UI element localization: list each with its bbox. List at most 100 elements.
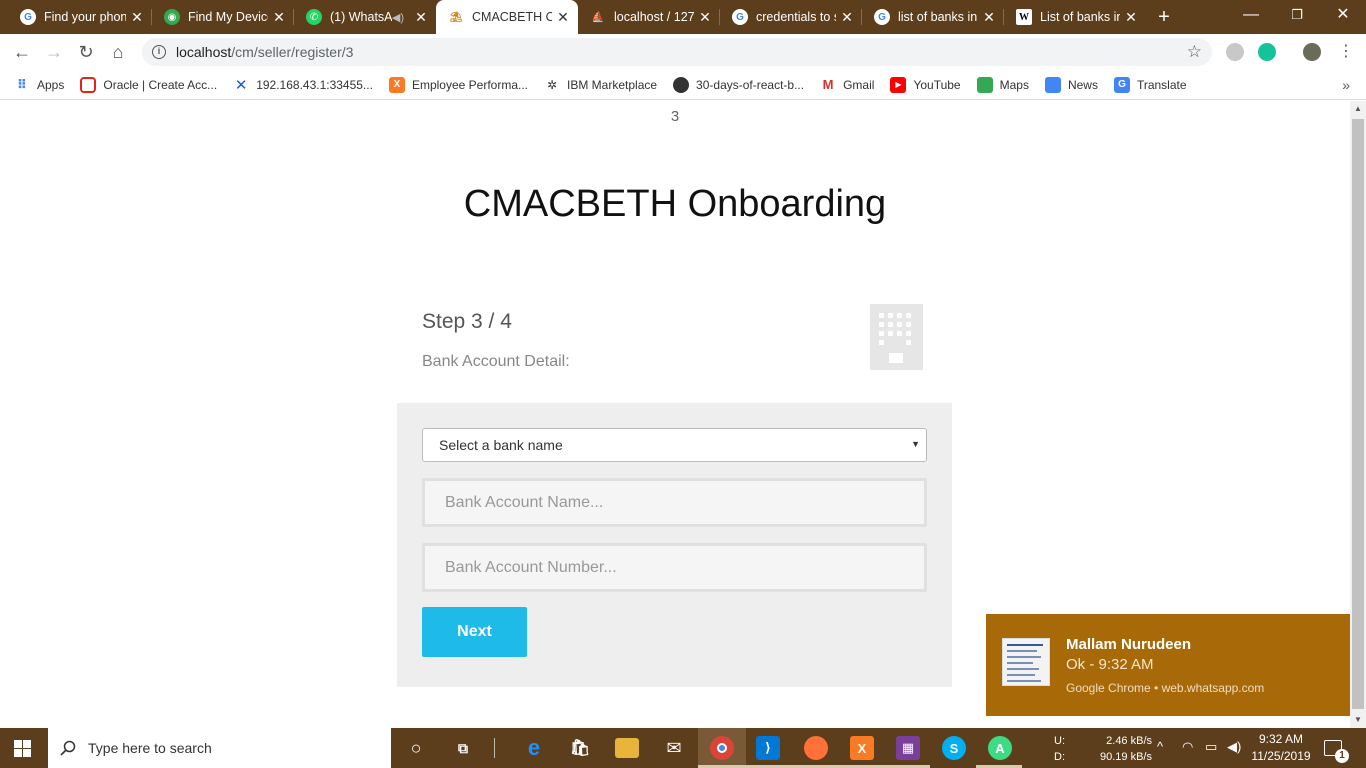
edge-icon[interactable]: e — [522, 735, 546, 760]
bookmark-xender[interactable]: ✕ 192.168.43.1:33455... — [233, 76, 373, 94]
search-icon — [60, 740, 76, 756]
reload-button[interactable]: ↻ — [74, 40, 98, 64]
notification-message: Ok - 9:32 AM — [1066, 656, 1154, 673]
battery-icon[interactable]: ▭ — [1205, 739, 1217, 755]
close-icon[interactable]: ✕ — [410, 9, 432, 26]
scrollbar-thumb[interactable] — [1352, 119, 1364, 709]
close-icon[interactable]: ✕ — [268, 9, 290, 26]
browser-toolbar: ← → ↻ ⌂ i localhost/cm/seller/register/3… — [0, 34, 1366, 70]
bookmark-ibm-marketplace[interactable]: ✲ IBM Marketplace — [544, 77, 657, 93]
dropdown-caret-icon: ▼ — [911, 439, 920, 449]
vscode-icon[interactable]: ⟩ — [756, 736, 780, 760]
net-speed-labels: U: D: — [1054, 735, 1065, 763]
close-icon[interactable]: ✕ — [126, 9, 148, 26]
taskbar: Type here to search ○ ⧉ e 🛍 ✉ ⟩ X ▦ S A … — [0, 728, 1366, 768]
avatar[interactable] — [1303, 43, 1321, 61]
bookmark-apps[interactable]: ⠿ Apps — [14, 77, 64, 93]
volume-icon[interactable]: ◀) — [1227, 739, 1241, 755]
speaker-icon[interactable]: ◀) — [392, 11, 404, 24]
bookmark-news[interactable]: News — [1044, 76, 1098, 93]
bank-name-select[interactable]: Select a bank name ▼ — [422, 428, 927, 462]
youtube-icon: ▶ — [890, 76, 907, 93]
tab-phpmyadmin[interactable]: ⛵ localhost / 127 ✕ — [578, 0, 720, 34]
notification-toast[interactable]: Mallam Nurudeen Ok - 9:32 AM Google Chro… — [986, 614, 1350, 716]
tab-find-your-phone[interactable]: G Find your phon ✕ — [8, 0, 152, 34]
taskbar-divider — [494, 738, 495, 758]
close-icon[interactable]: ✕ — [836, 9, 858, 26]
page-scrollbar[interactable]: ▲ ▼ — [1350, 101, 1366, 728]
tab-list-of-banks-wikipedia[interactable]: W List of banks in ✕ — [1004, 0, 1146, 34]
grammarly-icon[interactable] — [1258, 43, 1276, 61]
ibm-icon: ✲ — [546, 77, 558, 92]
taskbar-clock[interactable]: 9:32 AM 11/25/2019 — [1246, 731, 1316, 765]
info-icon[interactable]: i — [152, 45, 166, 59]
extension-icon[interactable] — [1226, 43, 1244, 61]
bookmark-30-days-of-react[interactable]: 30-days-of-react-b... — [673, 76, 804, 93]
restore-button[interactable]: ❐ — [1274, 0, 1320, 30]
skype-icon[interactable]: S — [942, 736, 966, 760]
bookmark-star-icon[interactable]: ☆ — [1187, 42, 1202, 62]
back-button[interactable]: ← — [10, 40, 34, 64]
tab-cmacbeth-onboarding[interactable]: ⛱ CMACBETH On ✕ — [436, 0, 578, 34]
bookmark-translate[interactable]: G Translate — [1113, 76, 1187, 93]
mail-icon[interactable]: ✉ — [662, 736, 686, 760]
wifi-icon[interactable]: ◠ — [1182, 739, 1193, 755]
bookmark-maps[interactable]: Maps — [976, 76, 1029, 93]
tab-find-my-device[interactable]: ◉ Find My Device ✕ — [152, 0, 294, 34]
chrome-icon[interactable] — [710, 736, 734, 760]
new-tab-button[interactable]: + — [1152, 5, 1176, 29]
github-icon — [673, 76, 690, 93]
winrar-icon[interactable]: ▦ — [896, 736, 920, 760]
tab-credentials-search[interactable]: G credentials to s ✕ — [720, 0, 862, 34]
store-icon[interactable]: 🛍 — [568, 736, 592, 760]
cmacbeth-icon: ⛱ — [448, 9, 464, 25]
bookmark-gmail[interactable]: M Gmail — [820, 77, 875, 93]
bookmarks-bar: ⠿ Apps Oracle | Create Acc... ✕ 192.168.43… — [0, 70, 1366, 100]
next-button[interactable]: Next — [422, 607, 527, 657]
notification-source: Google Chrome • web.whatsapp.com — [1066, 681, 1265, 695]
forward-button[interactable]: → — [42, 40, 66, 64]
chevron-right-icon[interactable]: » — [1342, 77, 1350, 93]
tab-whatsapp[interactable]: ✆ (1) WhatsA ◀) ✕ — [294, 0, 436, 34]
xampp-icon[interactable]: X — [850, 736, 874, 760]
address-bar[interactable]: i localhost/cm/seller/register/3 ☆ — [142, 38, 1212, 66]
bookmark-oracle[interactable]: Oracle | Create Acc... — [80, 76, 217, 93]
building-icon — [870, 304, 923, 370]
chevron-up-icon[interactable]: ^ — [1157, 739, 1163, 754]
scroll-down-icon[interactable]: ▼ — [1350, 712, 1366, 728]
close-icon[interactable]: ✕ — [694, 9, 716, 26]
page-title: CMACBETH Onboarding — [463, 183, 887, 225]
close-icon[interactable]: ✕ — [1120, 9, 1142, 26]
menu-kebab-icon[interactable]: ⋮ — [1334, 40, 1358, 64]
close-window-button[interactable]: ✕ — [1320, 0, 1366, 30]
tab-list-of-banks-search[interactable]: G list of banks in ✕ — [862, 0, 1004, 34]
gmail-icon: M — [822, 77, 834, 92]
bookmark-youtube[interactable]: ▶ YouTube — [890, 76, 961, 93]
task-view-icon[interactable]: ⧉ — [451, 736, 475, 760]
step-label: Step 3 / 4 — [422, 310, 512, 333]
wikipedia-icon: W — [1016, 9, 1032, 25]
bank-account-number-input[interactable] — [422, 543, 927, 592]
notification-sender: Mallam Nurudeen — [1066, 636, 1192, 653]
xender-icon: ✕ — [234, 76, 248, 94]
notification-count-badge: 1 — [1335, 749, 1349, 763]
home-button[interactable]: ⌂ — [106, 40, 130, 64]
cortana-icon[interactable]: ○ — [404, 736, 428, 760]
android-studio-icon[interactable]: A — [988, 736, 1012, 760]
windows-start-icon[interactable] — [14, 740, 32, 757]
scroll-up-icon[interactable]: ▲ — [1350, 101, 1366, 117]
bookmark-employee-performance[interactable]: X Employee Performa... — [388, 76, 528, 93]
action-center-icon[interactable]: 1 — [1324, 740, 1349, 763]
minimize-button[interactable]: — — [1228, 0, 1274, 30]
google-icon: G — [732, 9, 748, 25]
notification-thumbnail — [1002, 638, 1050, 686]
close-icon[interactable]: ✕ — [552, 9, 574, 26]
bank-account-name-input[interactable] — [422, 478, 927, 527]
find-device-icon: ◉ — [164, 9, 180, 25]
news-icon — [1044, 76, 1061, 93]
section-subtitle: Bank Account Detail: — [422, 353, 570, 370]
taskbar-search[interactable]: Type here to search — [48, 728, 391, 768]
firefox-icon[interactable] — [804, 736, 828, 760]
file-explorer-icon[interactable] — [615, 738, 639, 758]
close-icon[interactable]: ✕ — [978, 9, 1000, 26]
